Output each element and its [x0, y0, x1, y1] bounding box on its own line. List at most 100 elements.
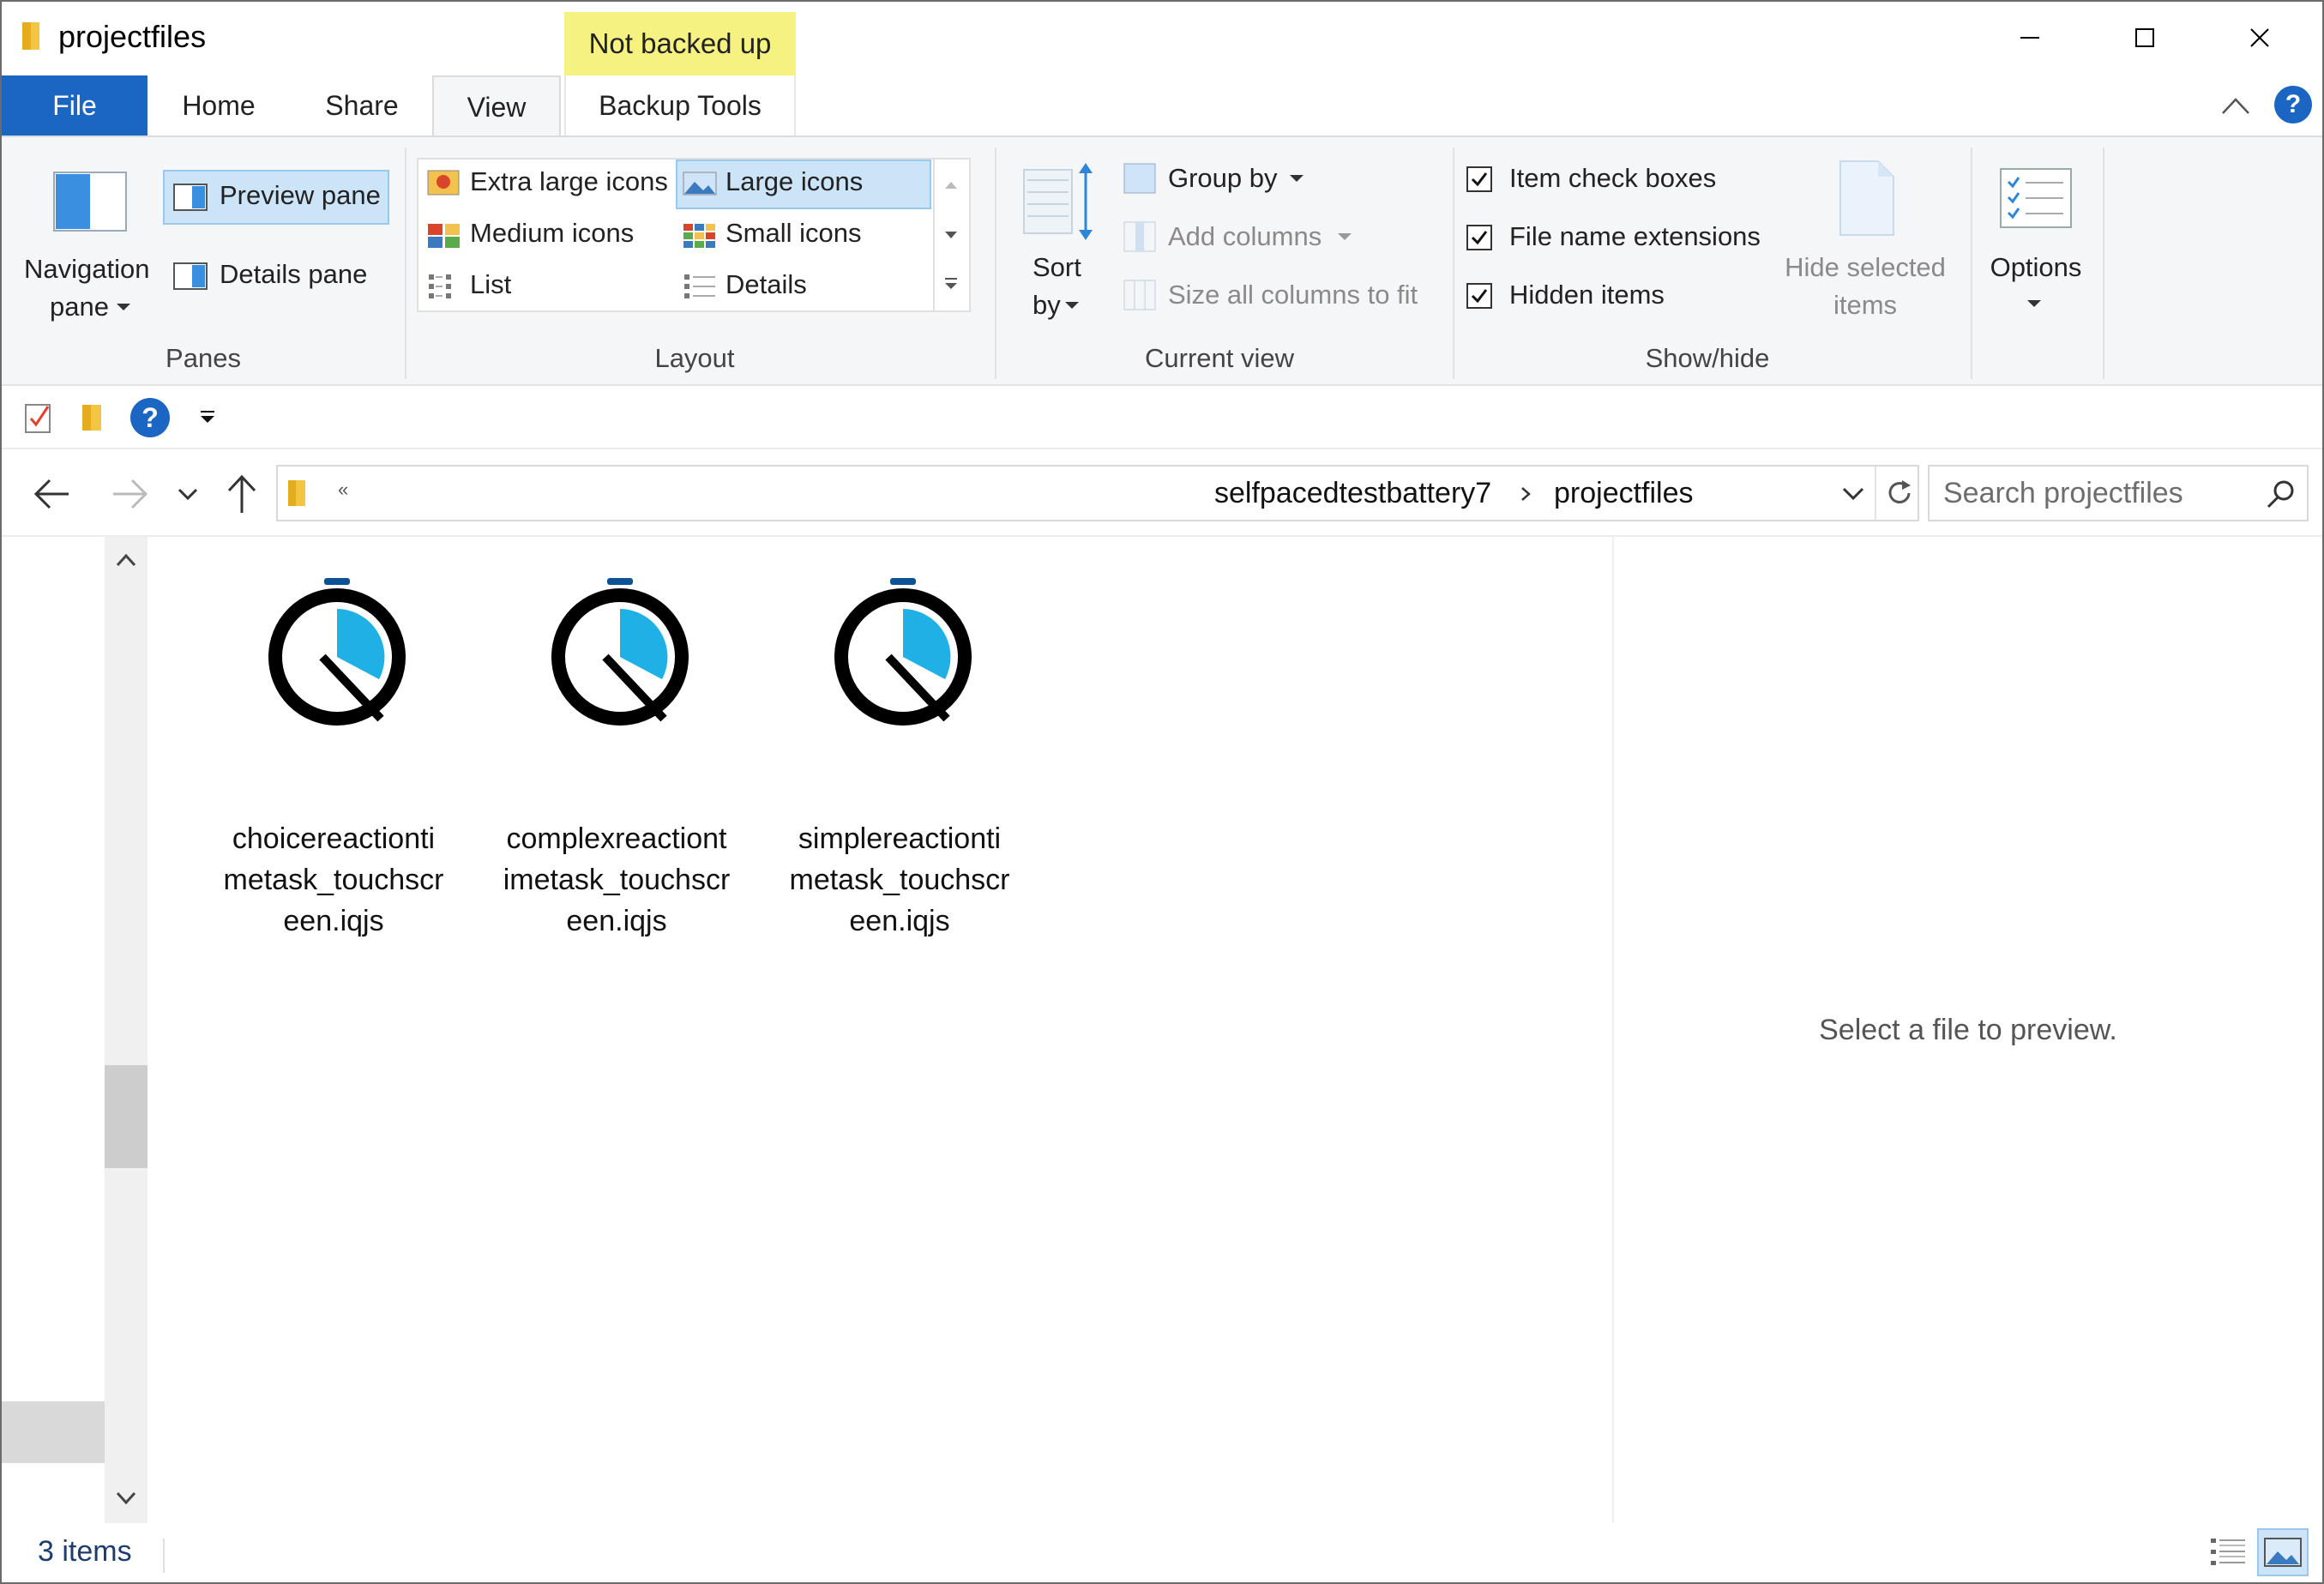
help-icon[interactable]: ?	[130, 398, 170, 437]
tab-file[interactable]: File	[2, 75, 148, 136]
small-icons-option[interactable]: Small icons	[725, 218, 862, 249]
nav-item-highlight[interactable]	[2, 1401, 105, 1463]
file-name-line: een.iqjs	[566, 905, 667, 937]
file-name-extensions-checkbox[interactable]	[1466, 225, 1492, 250]
back-arrow-icon[interactable]	[33, 477, 72, 511]
tab-backup-tools[interactable]: Backup Tools	[564, 75, 796, 136]
size-all-columns-button[interactable]: Size all columns to fit	[1168, 280, 1418, 310]
new-folder-icon[interactable]	[81, 401, 105, 434]
recent-locations-icon[interactable]	[177, 487, 199, 503]
inquisit-stopwatch-icon	[834, 578, 972, 726]
options-icon	[2000, 168, 2072, 228]
ribbon-tabs: File Home Share View Backup Tools ?	[2, 75, 2322, 137]
add-columns-button[interactable]: Add columns	[1168, 221, 1322, 252]
tab-home[interactable]: Home	[154, 75, 283, 136]
gallery-more-icon[interactable]	[943, 276, 959, 292]
large-icons-option[interactable]: Large icons	[725, 166, 863, 197]
list-option[interactable]: List	[470, 269, 511, 300]
search-input[interactable]: Search projectfiles	[1943, 477, 2183, 510]
file-item[interactable]: complexreactiont imetask_touchscr een.iq…	[501, 578, 732, 937]
close-button[interactable]	[2204, 9, 2315, 67]
file-name-extensions-label[interactable]: File name extensions	[1509, 221, 1761, 252]
hidden-items-label[interactable]: Hidden items	[1509, 280, 1665, 310]
quick-access-toolbar: ?	[2, 386, 2322, 449]
search-icon[interactable]	[2266, 479, 2297, 509]
size-columns-icon	[1123, 280, 1156, 310]
hide-selected-items-button-2[interactable]: items	[1782, 290, 1948, 321]
forward-arrow-icon[interactable]	[110, 477, 149, 511]
small-icons-icon	[683, 224, 715, 248]
preview-pane-icon	[173, 184, 208, 211]
medium-icons-option[interactable]: Medium icons	[470, 218, 634, 249]
hide-selected-items-button[interactable]: Hide selected	[1782, 252, 1948, 283]
file-name-line: een.iqjs	[849, 905, 950, 937]
list-icon	[429, 274, 451, 298]
breadcrumb-chevron-icon[interactable]	[1520, 485, 1532, 503]
group-by-button[interactable]: Group by	[1168, 163, 1278, 194]
scroll-down-button[interactable]	[105, 1477, 148, 1520]
file-name: simplereactionti metask_touchscr een.iqj…	[784, 818, 1015, 942]
item-count: 3 items	[38, 1535, 132, 1568]
navigation-pane-label[interactable]: Navigation	[24, 254, 149, 285]
chevron-down-icon	[116, 1491, 136, 1505]
extra-large-icons-icon	[427, 170, 460, 196]
folder-icon	[22, 22, 39, 50]
large-icons-view-button[interactable]	[2257, 1528, 2309, 1576]
options-button[interactable]: Options	[1983, 252, 2089, 283]
file-item[interactable]: simplereactionti metask_touchscr een.iqj…	[784, 578, 1015, 937]
group-separator	[1971, 148, 1972, 379]
chevron-down-icon	[117, 304, 130, 310]
properties-icon[interactable]	[24, 401, 53, 434]
hide-selected-icon	[1839, 160, 1894, 236]
minimize-button[interactable]	[1974, 9, 2086, 67]
collapse-ribbon-icon[interactable]	[2219, 91, 2252, 120]
breadcrumb-projectfiles[interactable]: projectfiles	[1554, 477, 1694, 510]
file-name-line: metask_touchscr	[789, 864, 1010, 896]
help-icon[interactable]: ?	[2274, 86, 2312, 123]
maximize-button[interactable]	[2089, 9, 2201, 67]
sort-by-label-2[interactable]: by	[1033, 290, 1061, 321]
address-bar[interactable]: « selfpacedtestbattery7 projectfiles	[276, 465, 1919, 521]
preview-pane: Select a file to preview.	[1614, 537, 2322, 1523]
chevron-up-icon	[116, 553, 136, 567]
gallery-scroll-up-icon[interactable]	[943, 180, 959, 190]
scroll-thumb[interactable]	[105, 1065, 148, 1168]
file-name-line: imetask_touchscr	[503, 864, 731, 896]
medium-icons-icon	[428, 224, 460, 248]
file-item[interactable]: choicereactionti metask_touchscr een.iqj…	[218, 578, 449, 937]
hidden-items-checkbox[interactable]	[1466, 283, 1492, 309]
tab-view[interactable]: View	[432, 75, 561, 137]
details-view-button[interactable]	[2202, 1528, 2254, 1576]
gallery-scroll-down-icon[interactable]	[943, 230, 959, 240]
sort-by-label[interactable]: Sort	[1033, 252, 1081, 283]
details-pane-button[interactable]: Details pane	[220, 259, 367, 290]
folder-icon	[288, 480, 305, 506]
current-view-group-label: Current view	[1145, 343, 1294, 373]
add-columns-icon	[1123, 221, 1156, 252]
extra-large-icons-option[interactable]: Extra large icons	[470, 166, 668, 197]
item-check-boxes-checkbox[interactable]	[1466, 166, 1492, 192]
breadcrumb-selfpacedtestbattery7[interactable]: selfpacedtestbattery7	[1214, 477, 1491, 510]
minimize-icon	[2020, 37, 2039, 39]
customize-toolbar-icon[interactable]	[199, 410, 216, 425]
up-arrow-icon[interactable]	[226, 473, 257, 515]
status-separator	[163, 1539, 165, 1573]
address-dropdown-icon[interactable]	[1840, 485, 1866, 504]
navigation-scrollbar[interactable]	[105, 537, 148, 1523]
sort-by-icon	[1023, 163, 1093, 240]
search-box[interactable]: Search projectfiles	[1928, 465, 2309, 521]
file-explorer-window: projectfiles Not backed up File Home Sha…	[0, 0, 2324, 1584]
scroll-up-button[interactable]	[105, 539, 148, 581]
inquisit-stopwatch-icon	[268, 578, 406, 726]
details-option[interactable]: Details	[725, 269, 807, 300]
file-name: complexreactiont imetask_touchscr een.iq…	[501, 818, 732, 942]
backup-status-badge: Not backed up	[564, 12, 796, 75]
file-name-line: choicereactionti	[232, 822, 436, 855]
tab-share[interactable]: Share	[293, 75, 430, 136]
navigation-pane-icon	[53, 172, 127, 232]
refresh-icon[interactable]	[1883, 477, 1916, 509]
breadcrumb-overflow[interactable]: «	[338, 479, 348, 501]
item-check-boxes-label[interactable]: Item check boxes	[1509, 163, 1716, 194]
navigation-pane-label-2[interactable]: pane	[50, 292, 109, 322]
checkmark-icon	[1471, 231, 1488, 245]
